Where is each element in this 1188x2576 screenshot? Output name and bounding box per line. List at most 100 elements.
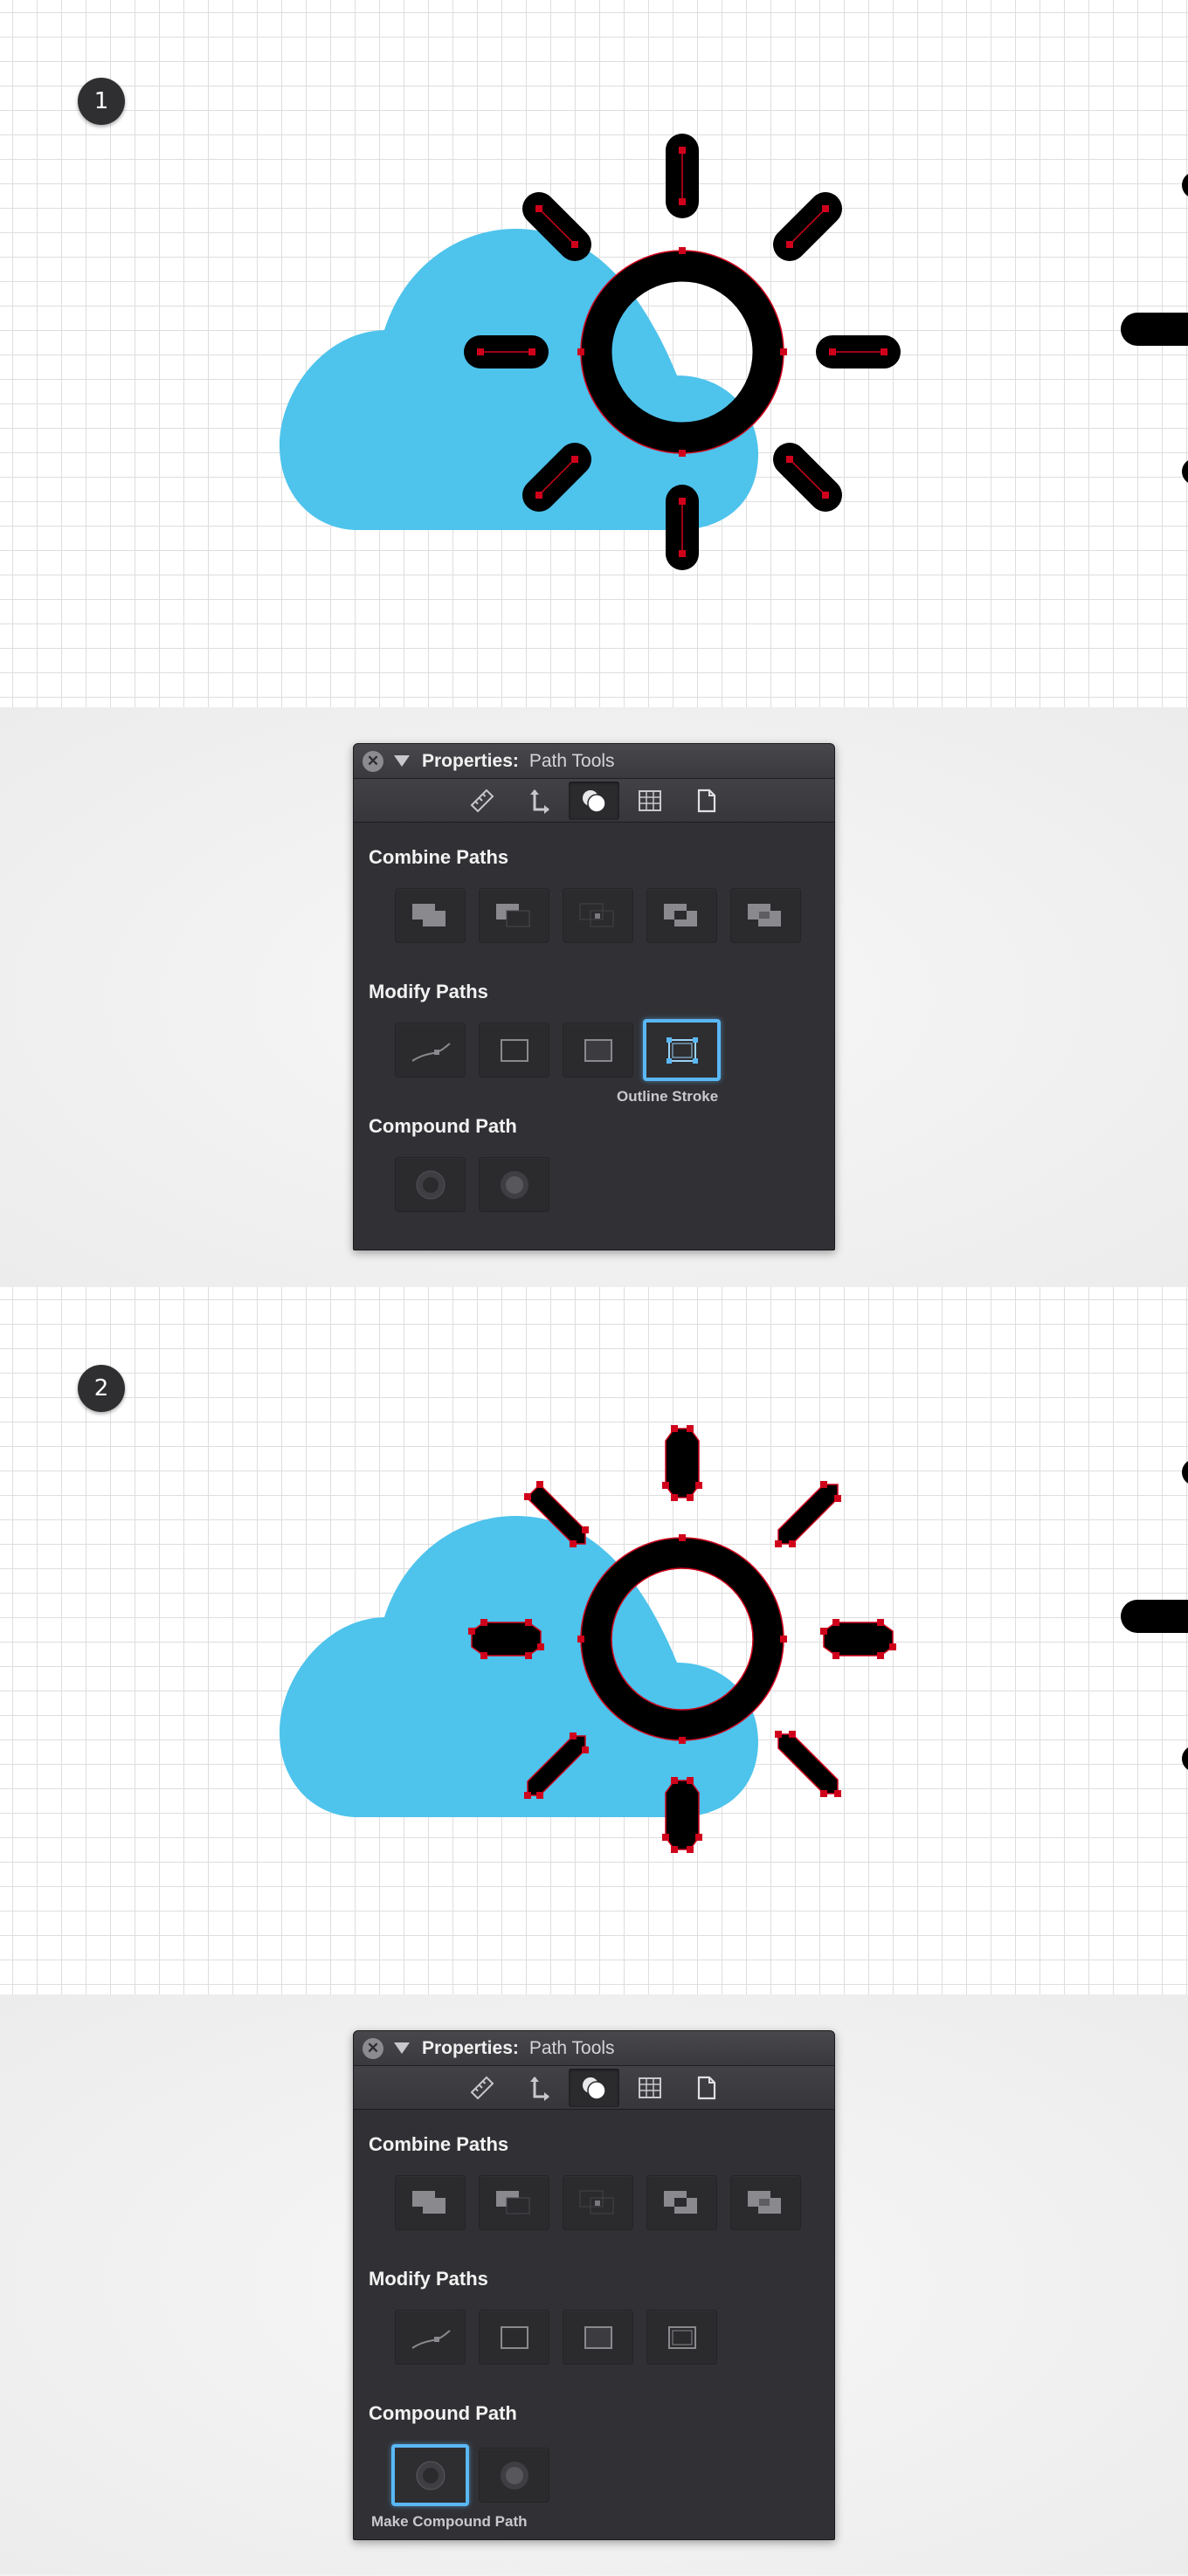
section-modify-paths: Modify Paths	[369, 2268, 488, 2290]
panel-title-name: Path Tools	[528, 2037, 615, 2058]
section-compound-path: Compound Path	[369, 1115, 517, 1137]
simplify-path-button[interactable]	[395, 2310, 466, 2365]
grid-icon	[639, 789, 661, 811]
tab-ruler[interactable]	[457, 2069, 508, 2107]
weather-icon-artwork	[280, 134, 1188, 570]
document-icon	[697, 789, 716, 812]
tab-grid[interactable]	[625, 2069, 675, 2107]
divide-button[interactable]	[730, 888, 801, 943]
subtract-icon	[495, 903, 529, 926]
panel-backdrop: ✕ Properties: Path Tools Combine Paths M…	[0, 707, 1188, 1287]
tab-transform[interactable]	[513, 2069, 563, 2107]
properties-panel: ✕ Properties: Path Tools Combine Paths M…	[353, 2030, 835, 2540]
tooltip-label: Outline Stroke	[617, 1088, 719, 1105]
panel-titlebar: ✕ Properties: Path Tools	[354, 2031, 834, 2066]
release-compound-path-icon	[500, 1170, 528, 1199]
make-compound-path-icon	[416, 2461, 445, 2490]
tooltip-label: Make Compound Path	[371, 2513, 528, 2530]
tab-path-tools[interactable]	[569, 2068, 619, 2107]
intersect-button[interactable]	[563, 2175, 633, 2230]
simplify-path-icon	[411, 2329, 451, 2349]
document-icon	[697, 2076, 716, 2099]
intersect-icon	[579, 903, 613, 926]
collapse-triangle-icon[interactable]	[394, 755, 410, 767]
offset-path-button[interactable]	[479, 2310, 549, 2365]
tab-document[interactable]	[680, 2069, 731, 2107]
tab-path-tools[interactable]	[569, 781, 619, 820]
panel-tabbar	[354, 779, 834, 823]
simplify-path-icon	[411, 1042, 451, 1062]
section-combine-paths: Combine Paths	[369, 2133, 509, 2155]
expand-fill-icon	[584, 1038, 612, 1062]
panel-backdrop: ✕ Properties: Path Tools Combine Paths M…	[0, 1994, 1188, 2574]
close-icon[interactable]: ✕	[363, 2037, 383, 2059]
union-icon	[411, 903, 446, 926]
close-icon[interactable]: ✕	[363, 750, 383, 772]
panel-title-name: Path Tools	[528, 750, 615, 771]
union-icon	[411, 2190, 446, 2214]
tab-transform[interactable]	[513, 782, 563, 820]
subtract-icon	[495, 2190, 529, 2214]
outline-stroke-icon	[667, 2325, 696, 2349]
modify-paths-buttons	[395, 1019, 721, 1081]
make-compound-path-icon	[416, 1170, 445, 1199]
offscreen-ray-fragments	[1121, 174, 1188, 483]
ruler-icon	[470, 2076, 494, 2099]
section-combine-paths: Combine Paths	[369, 846, 509, 868]
section-modify-paths: Modify Paths	[369, 981, 488, 1002]
exclude-icon	[663, 903, 697, 926]
outline-stroke-button[interactable]	[646, 2310, 717, 2365]
artboard-step-2: 2	[0, 1287, 1188, 1994]
expand-fill-button[interactable]	[563, 1023, 633, 1078]
tab-grid[interactable]	[625, 782, 675, 820]
path-tools-icon	[583, 789, 606, 813]
exclude-button[interactable]	[646, 888, 717, 943]
artboard-step-1: 1	[0, 0, 1188, 707]
properties-panel: ✕ Properties: Path Tools Combine Paths M…	[353, 743, 835, 1250]
panel-title-prefix: Properties:	[422, 2037, 519, 2058]
outline-stroke-button[interactable]	[643, 1019, 721, 1081]
divide-icon	[747, 903, 781, 926]
subtract-button[interactable]	[479, 2175, 549, 2230]
exclude-icon	[663, 2190, 697, 2214]
combine-paths-buttons	[395, 888, 801, 943]
offset-path-icon	[500, 1038, 528, 1062]
ruler-icon	[470, 789, 494, 812]
union-button[interactable]	[395, 888, 466, 943]
divide-button[interactable]	[730, 2175, 801, 2230]
subtract-button[interactable]	[479, 888, 549, 943]
offset-path-icon	[500, 2325, 528, 2349]
tab-ruler[interactable]	[457, 782, 508, 820]
exclude-button[interactable]	[646, 2175, 717, 2230]
offset-path-button[interactable]	[479, 1023, 549, 1078]
path-tools-icon	[583, 2077, 606, 2100]
modify-paths-buttons	[395, 2310, 717, 2365]
compound-path-buttons	[395, 1157, 549, 1212]
sun-ring	[580, 250, 784, 454]
sun-ring	[580, 1537, 784, 1741]
release-compound-path-icon	[500, 2461, 528, 2490]
outlined-rays	[471, 1428, 894, 1850]
simplify-path-button[interactable]	[395, 1023, 466, 1078]
panel-titlebar: ✕ Properties: Path Tools	[354, 744, 834, 779]
transform-arrows-icon	[530, 789, 549, 814]
divide-icon	[747, 2190, 781, 2214]
expand-fill-icon	[584, 2325, 612, 2349]
outline-stroke-icon	[666, 1037, 698, 1064]
release-compound-path-button[interactable]	[479, 2448, 549, 2503]
compound-path-buttons	[391, 2444, 549, 2506]
section-compound-path: Compound Path	[369, 2402, 517, 2424]
union-button[interactable]	[395, 2175, 466, 2230]
make-compound-path-button[interactable]	[395, 1157, 466, 1212]
expand-fill-button[interactable]	[563, 2310, 633, 2365]
tab-document[interactable]	[680, 782, 731, 820]
panel-tabbar	[354, 2066, 834, 2110]
make-compound-path-button[interactable]	[391, 2444, 469, 2506]
weather-icon-artwork	[280, 1425, 1188, 1853]
release-compound-path-button[interactable]	[479, 1157, 549, 1212]
intersect-icon	[579, 2190, 613, 2214]
combine-paths-buttons	[395, 2175, 801, 2230]
panel-title-prefix: Properties:	[422, 750, 519, 771]
collapse-triangle-icon[interactable]	[394, 2042, 410, 2054]
intersect-button[interactable]	[563, 888, 633, 943]
